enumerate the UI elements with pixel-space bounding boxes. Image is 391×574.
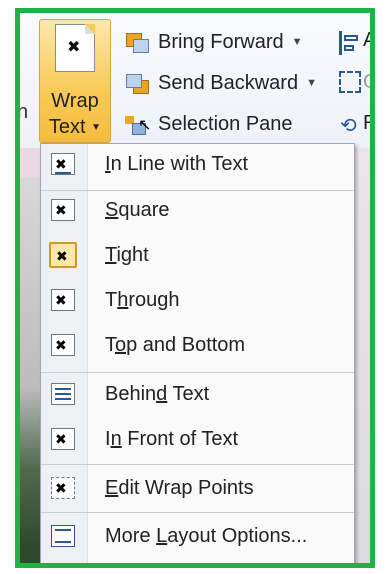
menu-item-label: Through xyxy=(105,289,180,311)
group-label: G xyxy=(363,71,370,94)
tight-wrap-icon: ✖ xyxy=(49,242,77,268)
menu-item-edit-wrap-points[interactable]: ✖ Edit Wrap Points xyxy=(41,470,354,508)
menu-item-in-front-of-text[interactable]: ✖ In Front of Text xyxy=(41,421,354,459)
menu-item-top-and-bottom[interactable]: ✖ Top and Bottom xyxy=(41,327,354,365)
selection-pane-icon: ↖ xyxy=(124,113,151,135)
bring-forward-label: Bring Forward xyxy=(158,30,284,53)
group-icon[interactable] xyxy=(339,71,361,93)
bring-forward-button[interactable]: Bring Forward ▼ xyxy=(124,27,303,57)
send-backward-label: Send Backward xyxy=(158,71,299,94)
in-line-with-text-icon: ✖ xyxy=(51,153,75,175)
chevron-down-icon[interactable]: ▼ xyxy=(292,36,303,48)
menu-item-label: Square xyxy=(105,199,170,221)
menu-item-square[interactable]: ✖ Square xyxy=(41,192,354,230)
menu-separator xyxy=(41,464,354,465)
wrap-text-label-line2: Text ▼ xyxy=(48,116,102,138)
chevron-down-icon: ▼ xyxy=(91,122,102,133)
menu-item-label: Behind Text xyxy=(105,383,210,405)
square-wrap-icon: ✖ xyxy=(51,199,75,221)
behind-text-icon xyxy=(51,383,75,405)
selection-pane-button[interactable]: ↖ Selection Pane xyxy=(124,109,293,139)
screenshot-frame: n ✖ Wrap Text ▼ Bring Forward ▼ Send Bac… xyxy=(15,8,375,568)
menu-separator xyxy=(41,372,354,373)
menu-item-behind-text[interactable]: Behind Text xyxy=(41,376,354,414)
wrap-text-label-line1: Wrap xyxy=(51,90,99,112)
rotate-label: R xyxy=(363,112,370,135)
menu-item-label: More Layout Options... xyxy=(105,525,308,547)
menu-separator xyxy=(41,190,354,191)
menu-item-label: In Front of Text xyxy=(105,428,239,450)
menu-item-through[interactable]: ✖ Through xyxy=(41,282,354,320)
menu-item-more-layout-options[interactable]: More Layout Options... xyxy=(41,518,354,556)
bring-forward-icon xyxy=(124,31,150,53)
wrap-text-icon: ✖ xyxy=(55,24,95,72)
chevron-down-icon[interactable]: ▼ xyxy=(306,77,317,89)
menu-item-label: Tight xyxy=(105,244,149,266)
send-backward-button[interactable]: Send Backward ▼ xyxy=(124,68,317,98)
ribbon-arrange-group: n ✖ Wrap Text ▼ Bring Forward ▼ Send Bac… xyxy=(20,13,370,148)
wrap-text-dropdown-menu: ✖ In Line with Text ✖ Square ✖ Tight ✖ T… xyxy=(40,143,355,563)
layout-options-icon xyxy=(51,525,75,547)
send-backward-icon xyxy=(124,72,150,94)
edit-wrap-points-icon: ✖ xyxy=(51,477,75,499)
menu-separator xyxy=(41,512,354,513)
menu-item-tight[interactable]: ✖ Tight xyxy=(41,237,354,275)
ribbon-edge-text: n xyxy=(17,101,29,123)
rotate-icon[interactable]: ⟲ xyxy=(340,113,357,138)
top-and-bottom-wrap-icon: ✖ xyxy=(51,334,75,356)
menu-item-label: Top and Bottom xyxy=(105,334,246,356)
in-front-of-text-icon: ✖ xyxy=(51,428,75,450)
align-label: A xyxy=(363,29,370,52)
align-icon[interactable] xyxy=(339,31,361,55)
wrap-text-button[interactable]: ✖ Wrap Text ▼ xyxy=(39,19,111,143)
document-background-right xyxy=(355,148,370,563)
menu-item-label: Edit Wrap Points xyxy=(105,477,254,499)
menu-item-in-line-with-text[interactable]: ✖ In Line with Text xyxy=(41,146,354,184)
document-background-left xyxy=(20,148,40,563)
selection-pane-label: Selection Pane xyxy=(158,112,293,135)
menu-item-label: In Line with Text xyxy=(105,153,249,175)
through-wrap-icon: ✖ xyxy=(51,289,75,311)
